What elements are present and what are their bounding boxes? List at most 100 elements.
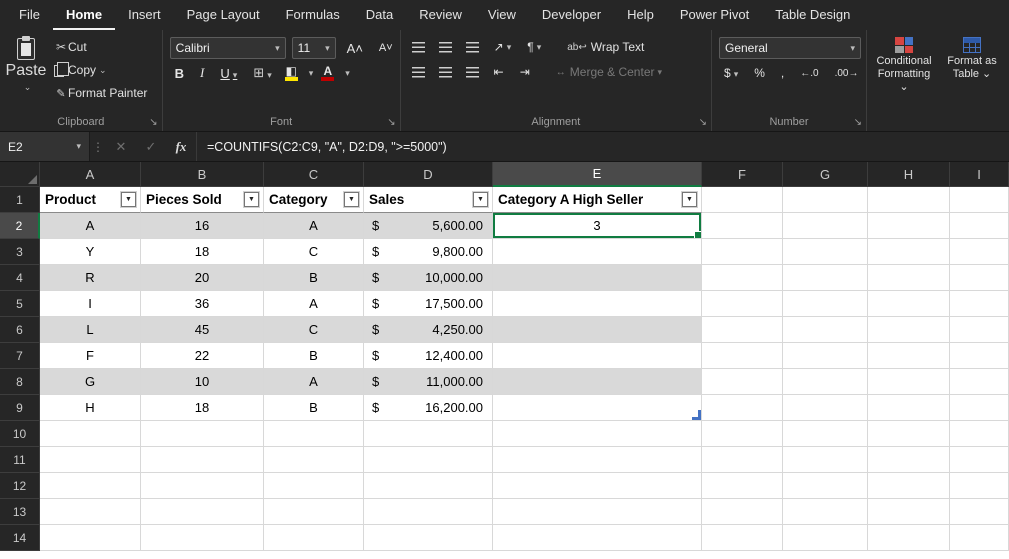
- decrease-font-size-button[interactable]: A˅: [374, 41, 398, 55]
- cell-G11[interactable]: [783, 447, 868, 473]
- cell-H4[interactable]: [868, 265, 950, 291]
- accounting-format-button[interactable]: $▾: [719, 64, 743, 82]
- cell-A5[interactable]: I: [40, 291, 141, 317]
- cell-D10[interactable]: [364, 421, 493, 447]
- cell-F12[interactable]: [702, 473, 783, 499]
- align-center-button[interactable]: [435, 64, 456, 81]
- tab-page-layout[interactable]: Page Layout: [174, 0, 273, 30]
- cell-A7[interactable]: F: [40, 343, 141, 369]
- cell-C14[interactable]: [264, 525, 364, 551]
- cell-I5[interactable]: [950, 291, 1009, 317]
- cell-D6[interactable]: $4,250.00: [364, 317, 493, 343]
- filter-button-C[interactable]: ▼: [344, 192, 359, 207]
- decrease-indent-button[interactable]: ⇤: [489, 62, 509, 82]
- font-dialog-launcher-icon[interactable]: ↘: [387, 117, 395, 128]
- cell-B8[interactable]: 10: [141, 369, 264, 395]
- cell-B12[interactable]: [141, 473, 264, 499]
- conditional-formatting-button[interactable]: Conditional Formatting ⌄: [870, 33, 938, 98]
- cell-E3[interactable]: [493, 239, 702, 265]
- tab-power-pivot[interactable]: Power Pivot: [667, 0, 762, 30]
- cell-F6[interactable]: [702, 317, 783, 343]
- cell-A11[interactable]: [40, 447, 141, 473]
- cell-B5[interactable]: 36: [141, 291, 264, 317]
- cell-E7[interactable]: [493, 343, 702, 369]
- cell-D1[interactable]: Sales▼: [364, 187, 493, 213]
- cell-A14[interactable]: [40, 525, 141, 551]
- cell-E4[interactable]: [493, 265, 702, 291]
- cell-A2[interactable]: A: [40, 213, 141, 239]
- cell-B1[interactable]: Pieces Sold▼: [141, 187, 264, 213]
- cancel-button[interactable]: ✕: [106, 132, 136, 161]
- cell-I7[interactable]: [950, 343, 1009, 369]
- cell-B14[interactable]: [141, 525, 264, 551]
- formula-input[interactable]: =COUNTIFS(C2:C9, "A", D2:D9, ">=5000"): [196, 132, 1009, 161]
- cell-C10[interactable]: [264, 421, 364, 447]
- cell-D14[interactable]: [364, 525, 493, 551]
- cell-E8[interactable]: [493, 369, 702, 395]
- cell-I3[interactable]: [950, 239, 1009, 265]
- cell-H11[interactable]: [868, 447, 950, 473]
- cell-H9[interactable]: [868, 395, 950, 421]
- cell-E12[interactable]: [493, 473, 702, 499]
- format-as-table-button[interactable]: Format as Table ⌄: [938, 33, 1006, 85]
- cell-I13[interactable]: [950, 499, 1009, 525]
- tab-developer[interactable]: Developer: [529, 0, 614, 30]
- increase-font-size-button[interactable]: A˄: [342, 40, 368, 57]
- align-top-button[interactable]: [408, 39, 429, 56]
- filter-button-E[interactable]: ▼: [682, 192, 697, 207]
- cell-I10[interactable]: [950, 421, 1009, 447]
- cell-D7[interactable]: $12,400.00: [364, 343, 493, 369]
- cell-I9[interactable]: [950, 395, 1009, 421]
- row-header-11[interactable]: 11: [0, 447, 40, 473]
- cell-E9[interactable]: [493, 395, 702, 421]
- cell-H10[interactable]: [868, 421, 950, 447]
- select-all-corner[interactable]: [0, 162, 40, 187]
- cell-C11[interactable]: [264, 447, 364, 473]
- filter-button-A[interactable]: ▼: [121, 192, 136, 207]
- cell-F3[interactable]: [702, 239, 783, 265]
- cell-G12[interactable]: [783, 473, 868, 499]
- cell-C7[interactable]: B: [264, 343, 364, 369]
- cell-F13[interactable]: [702, 499, 783, 525]
- orientation-button[interactable]: ↗▾: [489, 37, 517, 57]
- font-name-combo[interactable]: Calibri ▾: [170, 37, 286, 59]
- cell-G13[interactable]: [783, 499, 868, 525]
- cell-A10[interactable]: [40, 421, 141, 447]
- cell-F10[interactable]: [702, 421, 783, 447]
- comma-style-button[interactable]: ,: [776, 64, 789, 82]
- cell-B11[interactable]: [141, 447, 264, 473]
- filter-button-D[interactable]: ▼: [473, 192, 488, 207]
- percent-style-button[interactable]: %: [749, 64, 770, 82]
- cell-G4[interactable]: [783, 265, 868, 291]
- cell-F7[interactable]: [702, 343, 783, 369]
- cell-C9[interactable]: B: [264, 395, 364, 421]
- enter-button[interactable]: ✓: [136, 132, 166, 161]
- cell-H8[interactable]: [868, 369, 950, 395]
- row-header-13[interactable]: 13: [0, 499, 40, 525]
- bold-button[interactable]: B: [170, 65, 189, 82]
- tab-data[interactable]: Data: [353, 0, 406, 30]
- cell-D3[interactable]: $9,800.00: [364, 239, 493, 265]
- row-header-9[interactable]: 9: [0, 395, 40, 421]
- cell-A1[interactable]: Product▼: [40, 187, 141, 213]
- cell-E13[interactable]: [493, 499, 702, 525]
- cell-D8[interactable]: $11,000.00: [364, 369, 493, 395]
- cell-G2[interactable]: [783, 213, 868, 239]
- tab-review[interactable]: Review: [406, 0, 475, 30]
- cell-H1[interactable]: [868, 187, 950, 213]
- column-header-C[interactable]: C: [264, 162, 364, 187]
- clipboard-dialog-launcher-icon[interactable]: ↘: [149, 117, 157, 128]
- cell-F8[interactable]: [702, 369, 783, 395]
- cell-F11[interactable]: [702, 447, 783, 473]
- cell-E11[interactable]: [493, 447, 702, 473]
- cell-G9[interactable]: [783, 395, 868, 421]
- cell-B7[interactable]: 22: [141, 343, 264, 369]
- cell-C13[interactable]: [264, 499, 364, 525]
- cell-F4[interactable]: [702, 265, 783, 291]
- font-color-button[interactable]: A: [319, 66, 336, 81]
- cell-I2[interactable]: [950, 213, 1009, 239]
- cell-G1[interactable]: [783, 187, 868, 213]
- cell-C1[interactable]: Category▼: [264, 187, 364, 213]
- align-bottom-button[interactable]: [462, 39, 483, 56]
- align-left-button[interactable]: [408, 64, 429, 81]
